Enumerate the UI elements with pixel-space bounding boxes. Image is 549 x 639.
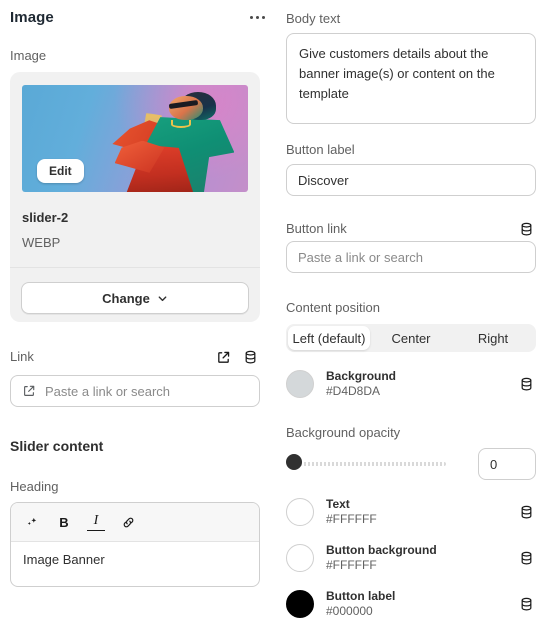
button-label-color-hex: #000000	[326, 604, 373, 618]
text-color-swatch[interactable]	[286, 498, 314, 526]
link-label: Link	[10, 349, 34, 364]
more-horizontal-icon[interactable]	[250, 15, 265, 19]
external-link-icon	[22, 384, 36, 398]
button-label-color-swatch[interactable]	[286, 590, 314, 618]
heading-input[interactable]: Image Banner	[11, 542, 259, 577]
right-column: Body text Give customers details about t…	[275, 0, 549, 639]
database-icon[interactable]	[516, 374, 536, 394]
button-background-color-texts: Button background #FFFFFF	[326, 543, 516, 573]
link-label-row: Link	[10, 347, 260, 367]
content-position-option-left[interactable]: Left (default)	[288, 326, 370, 350]
chevron-down-icon	[157, 293, 168, 304]
background-opacity-label: Background opacity	[286, 425, 401, 440]
link-label-icons	[213, 347, 260, 367]
button-background-color-swatch[interactable]	[286, 544, 314, 572]
database-icon[interactable]	[516, 548, 536, 568]
content-position-option-center[interactable]: Center	[370, 326, 452, 350]
color-row-button-background: Button background #FFFFFF	[286, 541, 536, 575]
button-label-input[interactable]: Discover	[286, 164, 536, 196]
page-title: Image	[10, 8, 54, 26]
link-input-placeholder: Paste a link or search	[45, 383, 171, 399]
card-divider	[10, 267, 260, 268]
database-icon[interactable]	[240, 347, 260, 367]
link-block: Link Paste a link or search	[10, 347, 260, 407]
text-color-name: Text	[326, 497, 350, 511]
edit-button[interactable]: Edit	[37, 159, 84, 183]
button-link-input[interactable]: Paste a link or search	[286, 241, 536, 273]
link-input[interactable]: Paste a link or search	[10, 375, 260, 407]
background-color-texts: Background #D4D8DA	[326, 369, 516, 399]
content-position-label: Content position	[286, 300, 380, 315]
button-label-label: Button label	[286, 142, 355, 157]
body-text-label: Body text	[286, 11, 341, 26]
button-label-color-name: Button label	[326, 589, 396, 603]
button-link-label: Button link	[286, 221, 347, 236]
image-section-settings-panel: Image Image Edit slider-2 WEBP Change Li…	[0, 0, 549, 639]
database-icon[interactable]	[516, 594, 536, 614]
background-color-hex: #D4D8DA	[326, 384, 381, 398]
rte-toolbar: B I	[11, 503, 259, 542]
external-link-icon[interactable]	[213, 347, 233, 367]
color-row-button-label: Button label #000000	[286, 587, 536, 621]
italic-glyph: I	[93, 513, 99, 528]
slider-content-title: Slider content	[10, 438, 104, 454]
button-link-label-row: Button link	[286, 219, 536, 239]
background-opacity-input[interactable]: 0	[478, 448, 536, 480]
button-background-color-name: Button background	[326, 543, 437, 557]
database-icon[interactable]	[516, 219, 536, 239]
change-button-label: Change	[102, 290, 150, 306]
image-thumbnail[interactable]: Edit	[22, 85, 248, 192]
background-color-swatch[interactable]	[286, 370, 314, 398]
background-opacity-slider[interactable]	[286, 454, 468, 474]
panel-header: Image	[10, 5, 265, 29]
image-field-label: Image	[10, 48, 47, 63]
slider-track	[300, 462, 446, 466]
text-color-texts: Text #FFFFFF	[326, 497, 516, 527]
italic-icon[interactable]: I	[87, 513, 105, 531]
database-icon[interactable]	[516, 502, 536, 522]
background-opacity-row: 0	[286, 447, 536, 481]
color-row-text: Text #FFFFFF	[286, 495, 536, 529]
heading-rich-text-editor: B I Image Banner	[10, 502, 260, 587]
heading-field-label: Heading	[10, 479, 59, 494]
button-background-color-hex: #FFFFFF	[326, 558, 377, 572]
left-column: Image Image Edit slider-2 WEBP Change Li…	[0, 0, 275, 639]
content-position-segmented-control: Left (default) Center Right	[286, 324, 536, 352]
background-color-name: Background	[326, 369, 397, 383]
content-position-option-right[interactable]: Right	[452, 326, 534, 350]
sparkle-icon[interactable]	[23, 513, 41, 531]
color-row-background: Background #D4D8DA	[286, 367, 536, 401]
bold-icon[interactable]: B	[55, 513, 73, 531]
slider-thumb[interactable]	[286, 454, 302, 470]
change-image-button[interactable]: Change	[21, 282, 249, 314]
button-link-input-wrap: Paste a link or search	[286, 241, 536, 273]
button-label-input-wrap: Discover	[286, 164, 536, 196]
link-icon[interactable]	[119, 513, 137, 531]
image-card: Edit slider-2 WEBP Change	[10, 72, 260, 322]
image-file-type: WEBP	[22, 235, 61, 250]
bold-glyph: B	[59, 514, 69, 530]
body-text-textarea[interactable]: Give customers details about the banner …	[286, 33, 536, 124]
button-label-color-texts: Button label #000000	[326, 589, 516, 619]
text-color-hex: #FFFFFF	[326, 512, 377, 526]
image-file-name: slider-2	[22, 210, 69, 225]
